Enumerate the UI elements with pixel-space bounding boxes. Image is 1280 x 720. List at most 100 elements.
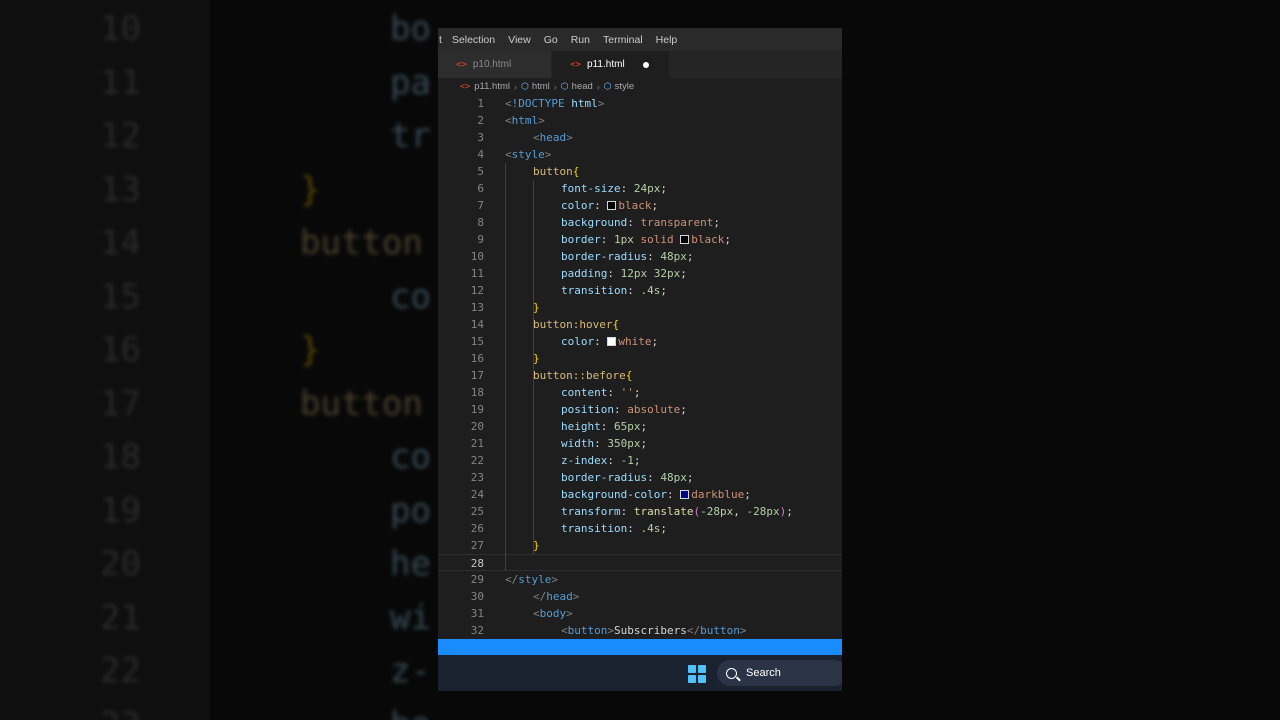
chevron-right-icon: ›	[596, 81, 600, 92]
taskbar-search-box[interactable]: Search	[717, 660, 842, 686]
line-number: 20	[470, 420, 484, 433]
menu-item-t[interactable]: t	[439, 34, 442, 46]
line-number: 7	[477, 199, 484, 212]
code-line[interactable]: 14 button:hover{	[438, 316, 842, 333]
unsaved-dot-icon[interactable]	[642, 61, 649, 68]
code-line[interactable]: 18 content: '';	[438, 384, 842, 401]
code-line[interactable]: 15 color: white;	[438, 333, 842, 350]
code-line[interactable]: 11 padding: 12px 32px;	[438, 265, 842, 282]
line-number: 17	[470, 369, 484, 382]
tab-p11-html[interactable]: <> p11.html	[552, 51, 670, 78]
code-area[interactable]: 1 <!DOCTYPE html> 2 <html> 3 <head> 4 <style> 5 b…	[438, 95, 842, 639]
code-line[interactable]: 29 </style>	[438, 571, 842, 588]
code-editor-window: t Selection View Go Run Terminal Help <> p10.h…	[438, 28, 842, 691]
code-text: transition: .4s;	[561, 284, 667, 297]
element-cube-icon: ⬡	[603, 81, 612, 91]
code-text: </head>	[533, 590, 580, 603]
code-text: border-radius: 48px;	[561, 250, 694, 263]
windows-start-icon[interactable]	[688, 665, 706, 683]
code-line[interactable]: 25 transform: translate(-28px, -28px);	[438, 503, 842, 520]
code-text: position: absolute;	[561, 403, 687, 416]
code-line[interactable]: 16}	[438, 350, 842, 367]
code-text: <!DOCTYPE html>	[505, 97, 605, 110]
menu-item-view[interactable]: View	[508, 34, 531, 46]
code-line[interactable]: 22 z-index: -1;	[438, 452, 842, 469]
breadcrumb-head[interactable]: ⬡ head	[561, 81, 593, 92]
line-number: 13	[470, 301, 484, 314]
line-number: 6	[477, 182, 484, 195]
line-number: 24	[470, 488, 484, 501]
code-text: transition: .4s;	[561, 522, 667, 535]
code-line[interactable]: 24 background-color: darkblue;	[438, 486, 842, 503]
line-number: 19	[470, 403, 484, 416]
code-line[interactable]: 17 button::before{	[438, 367, 842, 384]
breadcrumb: <> p11.html › ⬡ html › ⬡ head › ⬡ style	[438, 78, 842, 95]
code-text: color: black;	[561, 199, 659, 212]
code-text: </style>	[505, 573, 558, 586]
code-line[interactable]: 27}	[438, 537, 842, 554]
line-number: 25	[470, 505, 484, 518]
code-line[interactable]: 9 border: 1px solid black;	[438, 231, 842, 248]
breadcrumb-html[interactable]: ⬡ html	[521, 81, 550, 92]
tab-label: p10.html	[472, 59, 512, 70]
code-line[interactable]: 31 <body>	[438, 605, 842, 622]
code-line[interactable]: 19 position: absolute;	[438, 401, 842, 418]
chevron-right-icon: ›	[553, 81, 557, 92]
code-line[interactable]: 23 border-radius: 48px;	[438, 469, 842, 486]
code-text: width: 350px;	[561, 437, 648, 450]
search-label: Search	[746, 667, 781, 679]
code-line[interactable]: 1 <!DOCTYPE html>	[438, 95, 842, 112]
html-file-icon: <>	[460, 81, 471, 92]
code-line[interactable]: 12 transition: .4s;	[438, 282, 842, 299]
line-number: 4	[477, 148, 484, 161]
code-line[interactable]: 5 button{	[438, 163, 842, 180]
code-line[interactable]: 4 <style>	[438, 146, 842, 163]
line-number: 9	[477, 233, 484, 246]
code-line[interactable]: 26 transition: .4s;	[438, 520, 842, 537]
chevron-right-icon: ›	[513, 81, 517, 92]
line-number: 29	[470, 573, 484, 586]
code-text: color: white;	[561, 335, 659, 348]
code-line[interactable]: 21 width: 350px;	[438, 435, 842, 452]
code-line[interactable]: 28	[438, 554, 842, 571]
code-text: button::before{	[533, 369, 633, 382]
code-line[interactable]: 20 height: 65px;	[438, 418, 842, 435]
code-line[interactable]: 13}	[438, 299, 842, 316]
code-text: transform: translate(-28px, -28px);	[561, 505, 793, 518]
tab-p10-html[interactable]: <> p10.html	[438, 51, 553, 78]
code-line[interactable]: 10 border-radius: 48px;	[438, 248, 842, 265]
status-bar	[438, 639, 842, 655]
code-text: <body>	[533, 607, 573, 620]
line-number: 31	[470, 607, 484, 620]
code-text: content: '';	[561, 386, 641, 399]
menu-item-go[interactable]: Go	[544, 34, 558, 46]
tab-label: p11.html	[587, 59, 625, 70]
menu-item-help[interactable]: Help	[656, 34, 678, 46]
code-line[interactable]: 6 font-size: 24px;	[438, 180, 842, 197]
code-line[interactable]: 2 <html>	[438, 112, 842, 129]
code-text: <button>Subscribers</button>	[561, 624, 747, 637]
code-text: <head>	[533, 131, 573, 144]
menu-item-run[interactable]: Run	[571, 34, 590, 46]
line-number: 26	[470, 522, 484, 535]
tab-bar: <> p10.html <> p11.html	[438, 51, 842, 78]
indent-guide	[505, 163, 506, 571]
code-text: button{	[533, 165, 580, 178]
code-text: border: 1px solid black;	[561, 233, 731, 246]
line-number: 27	[470, 539, 484, 552]
html-file-icon: <>	[456, 59, 467, 70]
breadcrumb-style[interactable]: ⬡ style	[604, 81, 634, 92]
search-icon	[726, 667, 737, 679]
html-file-icon: <>	[570, 59, 582, 70]
breadcrumb-file[interactable]: <> p11.html	[460, 81, 510, 92]
code-line[interactable]: 7 color: black;	[438, 197, 842, 214]
element-cube-icon: ⬡	[560, 81, 569, 91]
code-line[interactable]: 3 <head>	[438, 129, 842, 146]
line-number: 18	[470, 386, 484, 399]
code-line[interactable]: 30 </head>	[438, 588, 842, 605]
code-line[interactable]: 8 background: transparent;	[438, 214, 842, 231]
code-line[interactable]: 32 <button>Subscribers</button>	[438, 622, 842, 639]
menu-item-selection[interactable]: Selection	[452, 34, 495, 46]
code-text: font-size: 24px;	[561, 182, 667, 195]
menu-item-terminal[interactable]: Terminal	[603, 34, 643, 46]
